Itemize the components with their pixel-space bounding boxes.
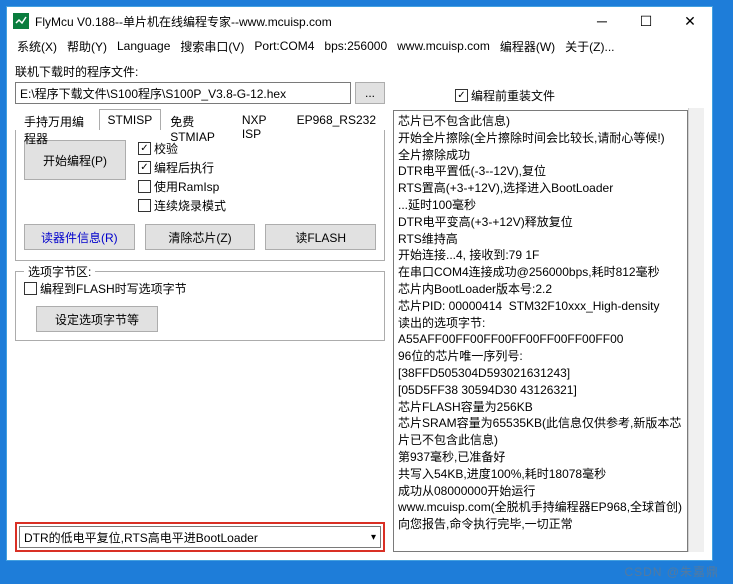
check-icon: ✓ (455, 89, 468, 102)
menu-programmer[interactable]: 编程器(W) (496, 36, 559, 57)
menu-language[interactable]: Language (113, 37, 174, 55)
cont-mode-checkbox[interactable]: 连续烧录模式 (138, 197, 226, 214)
app-window: FlyMcu V0.188--单片机在线编程专家--www.mcuisp.com… (6, 6, 713, 561)
read-info-button[interactable]: 读器件信息(R) (24, 224, 135, 250)
set-option-bytes-button[interactable]: 设定选项字节等 (36, 306, 158, 332)
menu-system[interactable]: 系统(X) (13, 36, 61, 57)
menu-about[interactable]: 关于(Z)... (561, 36, 618, 57)
reload-checkbox[interactable]: ✓ 编程前重装文件 (455, 87, 555, 104)
titlebar: FlyMcu V0.188--单片机在线编程专家--www.mcuisp.com… (7, 7, 712, 35)
close-button[interactable]: ✕ (668, 7, 712, 35)
reset-mode-dropdown[interactable]: DTR的低电平复位,RTS高电平进BootLoader ▾ (19, 526, 381, 548)
menu-search-port[interactable]: 搜索串口(V) (176, 36, 248, 57)
menu-site[interactable]: www.mcuisp.com (393, 37, 494, 55)
option-bytes-title: 选项字节区: (24, 263, 95, 280)
log-output[interactable]: 芯片已不包含此信息) 开始全片擦除(全片擦除时间会比较长,请耐心等候!) 全片擦… (393, 110, 688, 552)
browse-button[interactable]: ... (355, 82, 385, 104)
tab-nxpisp[interactable]: NXP ISP (233, 109, 288, 130)
menu-help[interactable]: 帮助(Y) (63, 36, 111, 57)
program-path-input[interactable]: E:\程序下载文件\S100程序\S100P_V3.8-G-12.hex (15, 82, 351, 104)
use-ramisp-checkbox[interactable]: 使用RamIsp (138, 178, 226, 195)
tab-panel: 开始编程(P) ✓校验 ✓编程后执行 使用RamIsp 连续烧录模式 读器件信息… (15, 130, 385, 261)
reload-label: 编程前重装文件 (471, 87, 555, 104)
app-icon (13, 13, 29, 29)
tab-bar: 手持万用编程器 STMISP 免费STMIAP NXP ISP EP968_RS… (15, 108, 385, 130)
option-bytes-section: 选项字节区: 编程到FLASH时写选项字节 设定选项字节等 (15, 271, 385, 341)
watermark: CSDN @朱嘉鼎 (624, 563, 719, 580)
path-label: 联机下载时的程序文件: (15, 63, 704, 80)
menu-port[interactable]: Port:COM4 (250, 37, 318, 55)
read-flash-button[interactable]: 读FLASH (265, 224, 376, 250)
menu-bps[interactable]: bps:256000 (320, 37, 391, 55)
tab-stmiap[interactable]: 免费STMIAP (161, 109, 233, 130)
maximize-button[interactable]: ☐ (624, 7, 668, 35)
reset-mode-highlight: DTR的低电平复位,RTS高电平进BootLoader ▾ (15, 522, 385, 552)
window-title: FlyMcu V0.188--单片机在线编程专家--www.mcuisp.com (35, 13, 580, 30)
tab-stmisp[interactable]: STMISP (99, 109, 162, 130)
tab-handheld[interactable]: 手持万用编程器 (15, 109, 99, 130)
scrollbar[interactable] (688, 108, 704, 552)
run-after-checkbox[interactable]: ✓编程后执行 (138, 159, 226, 176)
menubar: 系统(X) 帮助(Y) Language 搜索串口(V) Port:COM4 b… (7, 35, 712, 57)
erase-chip-button[interactable]: 清除芯片(Z) (145, 224, 256, 250)
opt-flash-checkbox[interactable]: 编程到FLASH时写选项字节 (24, 280, 187, 297)
minimize-button[interactable]: ─ (580, 7, 624, 35)
dropdown-value: DTR的低电平复位,RTS高电平进BootLoader (24, 529, 258, 546)
chevron-down-icon: ▾ (371, 532, 376, 543)
tab-ep968[interactable]: EP968_RS232 (288, 109, 385, 130)
